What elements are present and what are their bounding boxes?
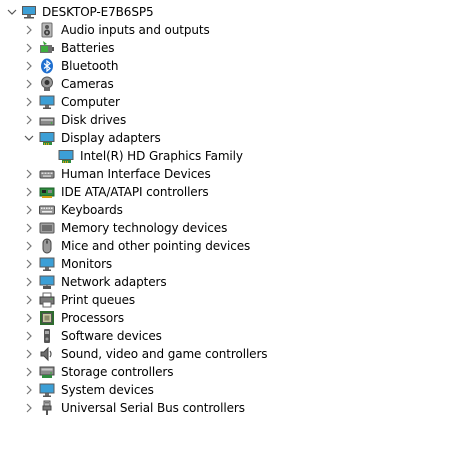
tree-item-print-queues[interactable]: Print queues xyxy=(0,291,455,309)
tree-item-label: Universal Serial Bus controllers xyxy=(61,401,245,415)
root-label: DESKTOP-E7B6SP5 xyxy=(42,5,154,19)
tree-item-batteries[interactable]: Batteries xyxy=(0,39,455,57)
tree-item-ide-ata-atapi-controllers[interactable]: IDE ATA/ATAPI controllers xyxy=(0,183,455,201)
tree-root[interactable]: DESKTOP-E7B6SP5 xyxy=(0,3,455,21)
tree-item-label: Monitors xyxy=(61,257,113,271)
tree-item-label: Audio inputs and outputs xyxy=(61,23,210,37)
disk-drive-icon xyxy=(39,112,55,128)
monitor-icon xyxy=(39,256,55,272)
speaker-icon xyxy=(39,22,55,38)
bluetooth-icon xyxy=(39,58,55,74)
chevron-right-icon[interactable] xyxy=(22,237,36,255)
chevron-right-icon[interactable] xyxy=(22,255,36,273)
tree-item-label: Processors xyxy=(61,311,125,325)
storage-controller-icon xyxy=(39,364,55,380)
hid-icon xyxy=(39,166,55,182)
chevron-right-icon[interactable] xyxy=(22,219,36,237)
chevron-right-icon[interactable] xyxy=(22,57,36,75)
tree-item-sound-video-and-game-controllers[interactable]: Sound, video and game controllers xyxy=(0,345,455,363)
tree-item-label: Batteries xyxy=(61,41,115,55)
tree-item-label: Sound, video and game controllers xyxy=(61,347,268,361)
chevron-right-icon[interactable] xyxy=(22,201,36,219)
tree-item-label: Storage controllers xyxy=(61,365,174,379)
tree-item-mice-and-other-pointing-devices[interactable]: Mice and other pointing devices xyxy=(0,237,455,255)
tree-item-label: Computer xyxy=(61,95,120,109)
tree-item-storage-controllers[interactable]: Storage controllers xyxy=(0,363,455,381)
tree-item-label: IDE ATA/ATAPI controllers xyxy=(61,185,209,199)
tree-item-computer[interactable]: Computer xyxy=(0,93,455,111)
software-device-icon xyxy=(39,328,55,344)
mouse-icon xyxy=(39,238,55,254)
tree-item-software-devices[interactable]: Software devices xyxy=(0,327,455,345)
chevron-right-icon[interactable] xyxy=(22,39,36,57)
tree-item-intel-hd-graphics-family[interactable]: Intel(R) HD Graphics Family xyxy=(0,147,455,165)
chevron-right-icon[interactable] xyxy=(22,381,36,399)
tree-item-monitors[interactable]: Monitors xyxy=(0,255,455,273)
chevron-right-icon[interactable] xyxy=(22,165,36,183)
tree-item-label: Software devices xyxy=(61,329,162,343)
chevron-right-icon[interactable] xyxy=(22,309,36,327)
ide-controller-icon xyxy=(39,184,55,200)
tree-item-processors[interactable]: Processors xyxy=(0,309,455,327)
printer-icon xyxy=(39,292,55,308)
tree-item-label: System devices xyxy=(61,383,154,397)
usb-icon xyxy=(39,400,55,416)
keyboard-icon xyxy=(39,202,55,218)
battery-icon xyxy=(39,40,55,56)
chevron-right-icon[interactable] xyxy=(22,327,36,345)
tree-item-universal-serial-bus-controllers[interactable]: Universal Serial Bus controllers xyxy=(0,399,455,417)
tree-item-label: Disk drives xyxy=(61,113,127,127)
speaker-icon xyxy=(39,346,55,362)
tree-item-bluetooth[interactable]: Bluetooth xyxy=(0,57,455,75)
tree-item-display-adapters[interactable]: Display adapters xyxy=(0,129,455,147)
display-adapter-icon xyxy=(58,148,74,164)
chevron-right-icon[interactable] xyxy=(22,183,36,201)
chevron-right-icon[interactable] xyxy=(22,75,36,93)
chevron-down-icon[interactable] xyxy=(22,129,36,147)
device-tree: DESKTOP-E7B6SP5 Audio inputs and outputs… xyxy=(0,3,455,417)
tree-item-audio-inputs-and-outputs[interactable]: Audio inputs and outputs xyxy=(0,21,455,39)
chevron-right-icon[interactable] xyxy=(22,399,36,417)
tree-item-label: Display adapters xyxy=(61,131,161,145)
camera-icon xyxy=(39,76,55,92)
memory-icon xyxy=(39,220,55,236)
chevron-right-icon[interactable] xyxy=(22,93,36,111)
chevron-right-icon[interactable] xyxy=(22,111,36,129)
chevron-right-icon[interactable] xyxy=(22,345,36,363)
tree-item-label: Keyboards xyxy=(61,203,123,217)
chevron-down-icon[interactable] xyxy=(5,3,19,21)
tree-item-cameras[interactable]: Cameras xyxy=(0,75,455,93)
display-adapter-icon xyxy=(39,130,55,146)
tree-item-system-devices[interactable]: System devices xyxy=(0,381,455,399)
tree-item-network-adapters[interactable]: Network adapters xyxy=(0,273,455,291)
tree-item-label: Network adapters xyxy=(61,275,167,289)
chevron-right-icon[interactable] xyxy=(22,291,36,309)
tree-item-memory-technology-devices[interactable]: Memory technology devices xyxy=(0,219,455,237)
tree-item-label: Cameras xyxy=(61,77,114,91)
system-device-icon xyxy=(39,382,55,398)
tree-item-disk-drives[interactable]: Disk drives xyxy=(0,111,455,129)
tree-item-label: Bluetooth xyxy=(61,59,119,73)
chevron-right-icon[interactable] xyxy=(22,21,36,39)
network-icon xyxy=(39,274,55,290)
computer-icon xyxy=(21,4,37,20)
tree-item-label: Print queues xyxy=(61,293,136,307)
tree-item-human-interface-devices[interactable]: Human Interface Devices xyxy=(0,165,455,183)
monitor-icon xyxy=(39,94,55,110)
tree-item-label: Human Interface Devices xyxy=(61,167,211,181)
chevron-right-icon[interactable] xyxy=(22,273,36,291)
processor-icon xyxy=(39,310,55,326)
chevron-right-icon[interactable] xyxy=(22,363,36,381)
tree-item-label: Intel(R) HD Graphics Family xyxy=(80,149,243,163)
tree-item-label: Mice and other pointing devices xyxy=(61,239,251,253)
tree-item-label: Memory technology devices xyxy=(61,221,228,235)
tree-item-keyboards[interactable]: Keyboards xyxy=(0,201,455,219)
